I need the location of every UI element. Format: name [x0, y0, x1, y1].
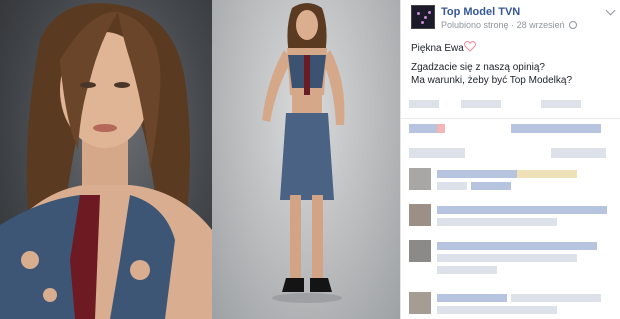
blurred-comment	[437, 182, 467, 190]
divider	[401, 118, 620, 119]
post-photo[interactable]	[0, 0, 400, 319]
blurred-comment	[437, 254, 577, 262]
blurred-block	[461, 100, 501, 108]
blurred-comment	[437, 170, 517, 178]
post-sidebar: Top Model TVN Polubiono stronę · 28 wrze…	[400, 0, 620, 319]
post-text-line2: Zgadzacie się z naszą opinią?	[411, 62, 545, 73]
post-header: Top Model TVN Polubiono stronę · 28 wrze…	[411, 5, 616, 33]
post-text-line3: Ma warunki, żeby być Top Modelką?	[411, 75, 573, 86]
blurred-comment	[517, 170, 577, 178]
heart-icon	[463, 41, 476, 52]
page-avatar[interactable]	[411, 5, 435, 29]
blurred-reaction-icon	[437, 124, 445, 133]
blurred-comment	[437, 306, 557, 314]
portrait-illustration	[0, 3, 212, 319]
meta-separator: ·	[511, 20, 515, 30]
post-text: Piękna Ewa Zgadzacie się z naszą opinią?…	[411, 41, 611, 87]
blurred-comment	[437, 218, 557, 226]
blurred-avatar	[409, 168, 431, 190]
chevron-down-icon[interactable]	[605, 5, 616, 16]
photo-full-body	[212, 0, 400, 319]
blurred-link	[409, 148, 465, 158]
blurred-link	[511, 124, 601, 133]
blurred-avatar	[409, 240, 431, 262]
full-body-illustration	[262, 3, 345, 303]
page-name-link[interactable]: Top Model TVN	[441, 6, 520, 18]
blurred-reactions	[409, 124, 437, 133]
blurred-block	[409, 100, 439, 108]
post-meta: Polubiono stronę · 28 wrzesień	[441, 20, 578, 30]
blurred-block	[541, 100, 581, 108]
blurred-avatar	[409, 204, 431, 226]
photo-portrait-closeup	[0, 0, 212, 319]
blurred-comment	[437, 206, 607, 214]
blurred-avatar	[409, 292, 431, 314]
globe-icon	[569, 21, 578, 29]
liked-label: Polubiono stronę	[441, 20, 509, 30]
post-text-line1: Piękna Ewa	[411, 41, 611, 55]
post-date-link[interactable]: 28 wrzesień	[517, 20, 565, 30]
blurred-comment	[471, 182, 511, 190]
blurred-comment	[437, 266, 497, 274]
blurred-comment	[437, 294, 507, 302]
blurred-comment	[511, 294, 601, 302]
blurred-link	[551, 148, 606, 158]
blurred-comment	[437, 242, 597, 250]
